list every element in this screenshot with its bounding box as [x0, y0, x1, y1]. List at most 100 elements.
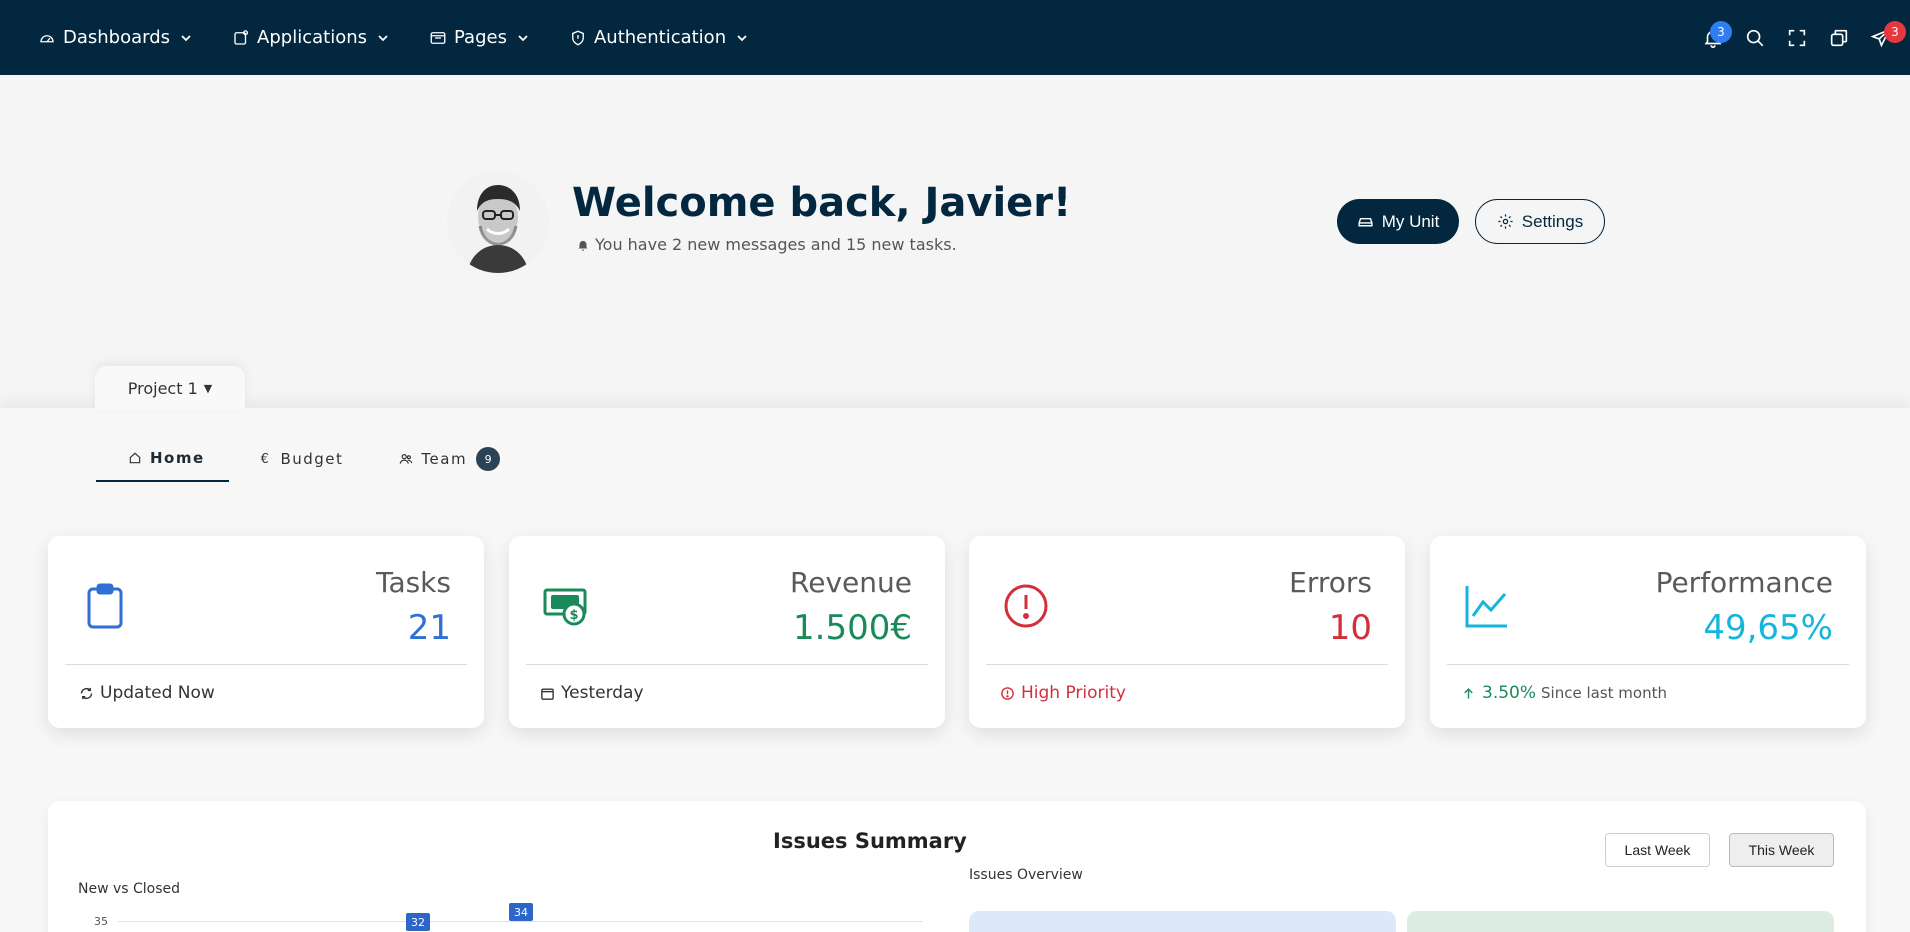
clipboard-icon [87, 583, 123, 629]
tasks-footer-label: Updated Now [100, 683, 215, 703]
tab-home-label: Home [150, 449, 205, 467]
card-divider [526, 664, 928, 665]
top-navbar: Dashboards Applications Pages Authentica… [0, 0, 1910, 75]
pages-icon [430, 31, 446, 44]
unit-icon [1358, 217, 1373, 227]
avatar-portrait [447, 171, 549, 273]
welcome-hero: Welcome back, Javier! You have 2 new mes… [0, 75, 1910, 410]
overview-box-new [969, 911, 1396, 932]
nav-actions: 3 3 [1692, 0, 1910, 75]
data-label: 34 [509, 903, 533, 921]
welcome-subtext-label: You have 2 new messages and 15 new tasks… [595, 235, 957, 254]
bell-icon [578, 240, 588, 251]
gear-icon [1498, 214, 1513, 229]
nav-applications-label: Applications [257, 27, 367, 48]
settings-button[interactable]: Settings [1475, 199, 1605, 244]
tasks-footer: Updated Now [79, 683, 215, 703]
copy-windows-icon [1830, 29, 1848, 46]
tab-team-label: Team [421, 450, 468, 468]
nav-pages[interactable]: Pages [429, 27, 529, 48]
fullscreen-button[interactable] [1776, 17, 1818, 59]
revenue-footer-label: Yesterday [561, 683, 644, 703]
notifications-button[interactable]: 3 [1692, 17, 1734, 59]
fullscreen-icon [1788, 29, 1806, 46]
this-week-button[interactable]: This Week [1729, 833, 1834, 867]
nav-applications[interactable]: Applications [232, 27, 389, 48]
main-content: Home € Budget Team 9 Tasks 21 Updated No… [0, 408, 1910, 932]
errors-footer-label: High Priority [1021, 683, 1126, 703]
errors-card: Errors 10 High Priority [969, 536, 1405, 728]
issues-summary-title: Issues Summary [773, 829, 967, 853]
chevron-down-icon [737, 34, 747, 41]
revenue-title: Revenue [790, 566, 912, 599]
windows-button[interactable] [1818, 17, 1860, 59]
team-count-badge: 9 [476, 447, 501, 471]
card-divider [1447, 664, 1849, 665]
settings-label: Settings [1521, 211, 1584, 231]
chart-gridline [118, 921, 923, 922]
calendar-icon [541, 687, 554, 700]
tab-budget[interactable]: € Budget [229, 436, 368, 482]
card-divider [65, 664, 467, 665]
nav-pages-label: Pages [454, 27, 507, 48]
issues-summary-panel: Issues Summary Last Week This Week New v… [48, 801, 1866, 932]
performance-title: Performance [1655, 566, 1833, 599]
search-icon [1746, 29, 1764, 46]
welcome-subtext: You have 2 new messages and 15 new tasks… [576, 235, 957, 254]
euro-icon: € [260, 451, 271, 467]
issues-overview-label: Issues Overview [969, 867, 1083, 883]
revenue-card: $ Revenue 1.500€ Yesterday [509, 536, 945, 728]
users-icon [400, 454, 413, 464]
revenue-footer: Yesterday [540, 683, 644, 703]
alert-small-icon [1001, 686, 1014, 700]
project-selector[interactable]: Project 1 ▼ [95, 366, 245, 410]
overview-box-closed [1407, 911, 1834, 932]
notifications-badge: 3 [1710, 20, 1732, 43]
app-icon [234, 29, 249, 45]
arrow-up-icon [1464, 687, 1473, 698]
gauge-icon [40, 34, 54, 42]
nav-dashboards-label: Dashboards [63, 27, 171, 48]
chevron-down-icon [378, 34, 388, 41]
project-selector-label: Project 1 [127, 378, 198, 398]
caret-down-icon: ▼ [203, 381, 213, 395]
content-tabs: Home € Budget Team 9 [96, 436, 524, 482]
chevron-down-icon [181, 34, 191, 41]
performance-card: Performance 49,65% 3.50% Since last mont… [1430, 536, 1866, 728]
new-vs-closed-label: New vs Closed [78, 881, 181, 897]
alert-circle-icon [1004, 584, 1048, 628]
tasks-card: Tasks 21 Updated Now [48, 536, 484, 728]
errors-title: Errors [1289, 566, 1372, 599]
messages-button[interactable]: 3 [1860, 17, 1906, 59]
chart-line-icon [1465, 586, 1507, 628]
shield-icon [572, 30, 584, 46]
tab-team[interactable]: Team 9 [367, 436, 524, 482]
data-label: 32 [406, 913, 430, 931]
money-icon: $ [543, 588, 587, 626]
welcome-heading: Welcome back, Javier! [572, 180, 1072, 226]
tab-home[interactable]: Home [96, 436, 229, 482]
tasks-value: 21 [407, 608, 451, 648]
card-divider [986, 664, 1388, 665]
search-button[interactable] [1734, 17, 1776, 59]
avatar [447, 171, 549, 273]
my-unit-label: My Unit [1381, 211, 1440, 231]
tab-budget-label: Budget [280, 450, 344, 468]
my-unit-button[interactable]: My Unit [1337, 199, 1459, 244]
nav-menu: Dashboards Applications Pages Authentica… [38, 27, 788, 48]
performance-footer: 3.50% Since last month [1461, 683, 1667, 703]
nav-authentication-label: Authentication [593, 27, 727, 48]
revenue-value: 1.500€ [793, 608, 912, 648]
nav-authentication[interactable]: Authentication [569, 27, 748, 48]
last-week-button[interactable]: Last Week [1605, 833, 1710, 867]
svg-text:$: $ [569, 608, 578, 623]
performance-change: 3.50% [1482, 683, 1537, 703]
messages-badge: 3 [1884, 20, 1906, 43]
y-tick-label: 35 [94, 915, 108, 928]
errors-footer: High Priority [1000, 683, 1126, 703]
home-icon [129, 452, 141, 464]
nav-dashboards[interactable]: Dashboards [38, 27, 192, 48]
performance-footer-label: Since last month [1541, 684, 1667, 702]
errors-value: 10 [1328, 608, 1372, 648]
refresh-icon [80, 687, 93, 699]
